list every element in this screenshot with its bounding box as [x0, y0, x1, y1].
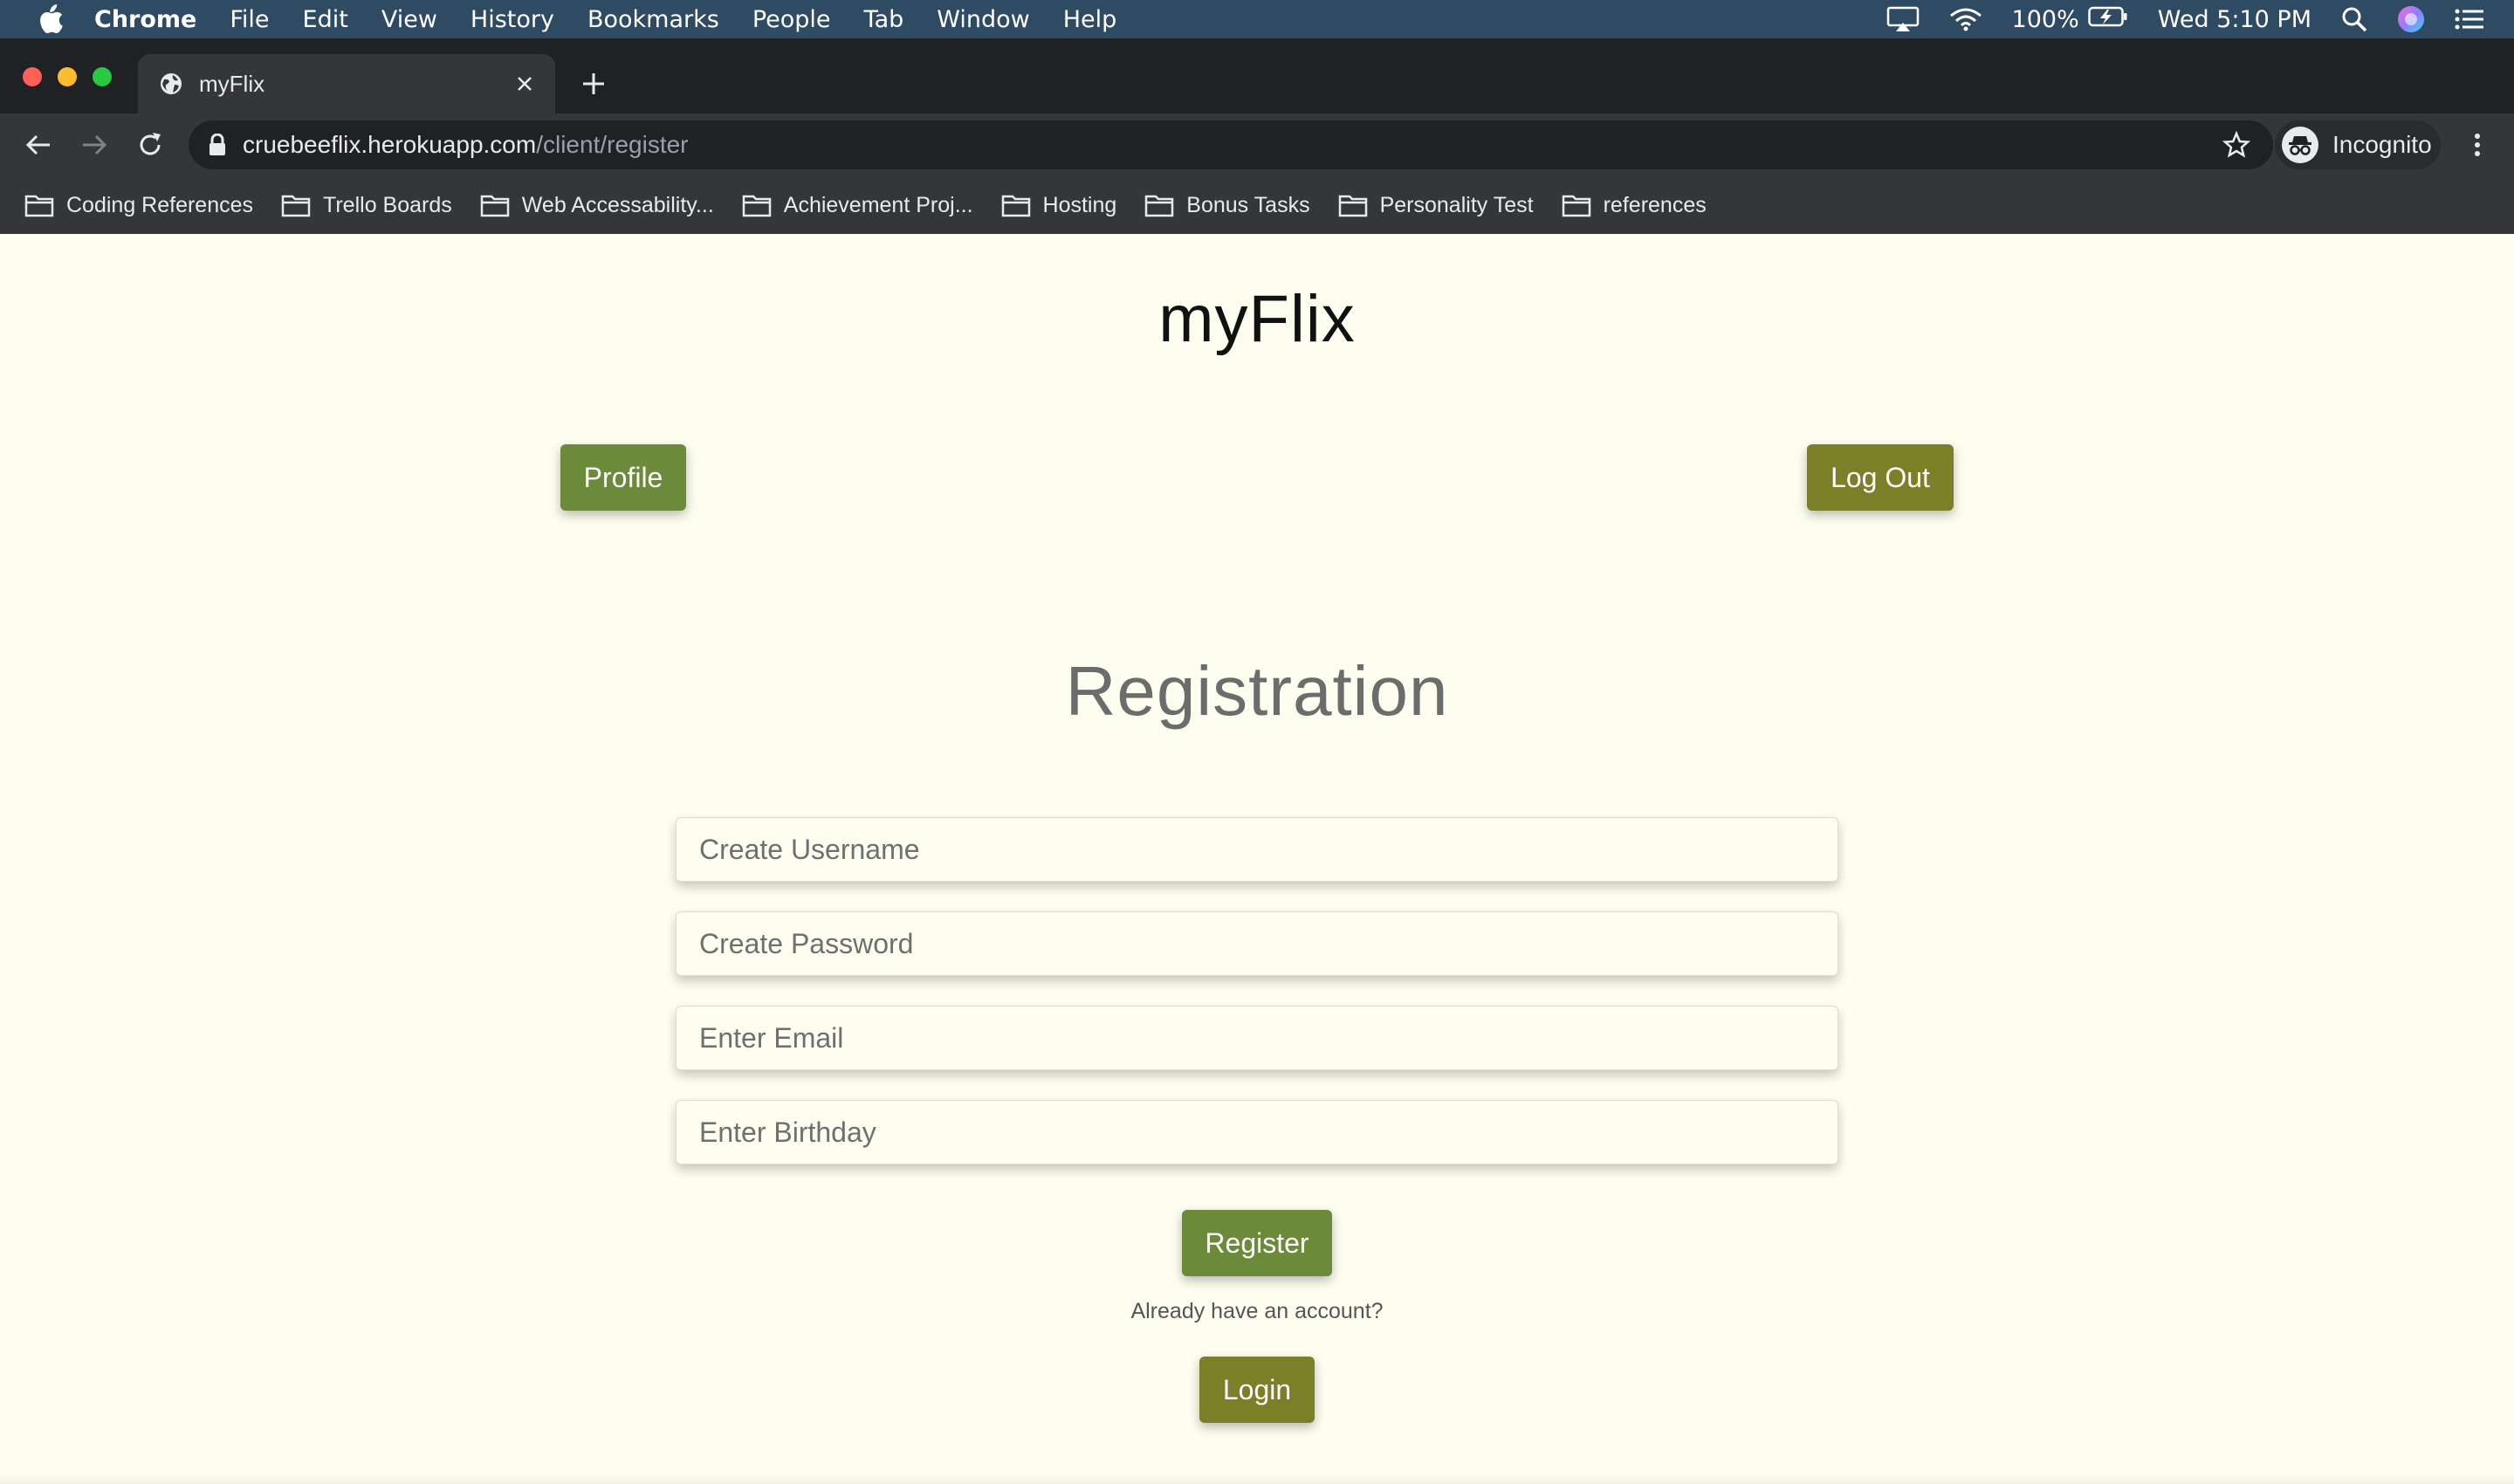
bookmark-folder[interactable]: Achievement Proj...	[742, 193, 973, 218]
browser-toolbar: cruebeeflix.herokuapp.com/client/registe…	[0, 113, 2514, 176]
address-bar[interactable]: cruebeeflix.herokuapp.com/client/registe…	[189, 120, 2273, 169]
macos-menu-bar: Chrome File Edit View History Bookmarks …	[0, 0, 2514, 38]
airplay-icon[interactable]	[1886, 6, 1920, 32]
incognito-badge[interactable]: Incognito	[2275, 120, 2441, 169]
bookmark-star-icon[interactable]	[2222, 130, 2251, 159]
lock-icon[interactable]	[208, 133, 227, 156]
bookmark-label: Bonus Tasks	[1186, 192, 1310, 217]
bookmark-folder[interactable]: Trello Boards	[281, 193, 452, 218]
menu-app-name[interactable]: Chrome	[94, 6, 196, 33]
reload-icon[interactable]	[134, 129, 166, 161]
page-bottom-shadow	[0, 1475, 2514, 1484]
apple-logo-icon[interactable]	[33, 2, 68, 37]
siri-icon[interactable]	[2397, 5, 2425, 33]
register-button[interactable]: Register	[1182, 1210, 1332, 1276]
chrome-menu-icon[interactable]	[2462, 129, 2493, 161]
window-minimize-button[interactable]	[58, 67, 77, 86]
url-host: cruebeeflix.herokuapp.com	[243, 131, 537, 158]
email-input[interactable]	[676, 1006, 1838, 1070]
url-path: /client/register	[536, 131, 689, 158]
battery-percent: 100%	[2011, 5, 2079, 33]
menu-edit[interactable]: Edit	[303, 6, 348, 33]
bookmark-folder[interactable]: Personality Test	[1338, 193, 1534, 218]
menu-file[interactable]: File	[230, 6, 269, 33]
menu-help[interactable]: Help	[1063, 6, 1117, 33]
tab-close-icon[interactable]	[512, 71, 538, 97]
logout-button[interactable]: Log Out	[1807, 444, 1954, 511]
bookmark-label: Trello Boards	[323, 192, 452, 217]
forward-arrow-icon[interactable]	[79, 129, 110, 161]
page-content: myFlix Profile Log Out Registration Regi…	[0, 234, 2514, 1484]
username-input[interactable]	[676, 817, 1838, 882]
bookmark-label: Personality Test	[1379, 192, 1534, 217]
bookmark-folder[interactable]: Hosting	[1001, 192, 1117, 218]
browser-tab-active[interactable]: myFlix	[138, 54, 555, 113]
bookmark-label: Web Accessability...	[521, 192, 714, 217]
bookmark-label: Achievement Proj...	[783, 192, 973, 217]
folder-icon	[24, 195, 54, 217]
bookmark-label: Hosting	[1042, 192, 1117, 217]
menu-bookmarks[interactable]: Bookmarks	[587, 6, 719, 33]
spotlight-search-icon[interactable]	[2341, 6, 2367, 32]
menu-history[interactable]: History	[471, 6, 554, 33]
window-close-button[interactable]	[23, 67, 42, 86]
password-input[interactable]	[676, 911, 1838, 976]
battery-status[interactable]: 100%	[2012, 6, 2128, 33]
tab-title: myFlix	[199, 70, 265, 97]
menu-tab[interactable]: Tab	[864, 6, 904, 33]
brand-title: myFlix	[1158, 282, 1356, 356]
bookmarks-bar: Coding References Trello Boards Web Acce…	[0, 176, 2514, 234]
back-arrow-icon[interactable]	[23, 129, 54, 161]
incognito-icon	[2282, 127, 2318, 163]
folder-icon	[281, 195, 311, 217]
bookmark-folder[interactable]: references	[1562, 193, 1707, 218]
folder-icon	[1001, 195, 1030, 217]
menu-view[interactable]: View	[381, 6, 437, 33]
new-tab-plus-icon[interactable]	[578, 68, 609, 100]
folder-icon	[1145, 195, 1174, 217]
folder-icon	[742, 195, 772, 217]
folder-icon	[480, 195, 510, 217]
browser-tab-strip: myFlix	[0, 38, 2514, 113]
url-text: cruebeeflix.herokuapp.com/client/registe…	[243, 131, 689, 159]
bookmark-label: Coding References	[66, 192, 254, 217]
folder-icon	[1338, 195, 1367, 217]
bookmark-folder[interactable]: Bonus Tasks	[1144, 192, 1310, 218]
menu-people[interactable]: People	[752, 6, 831, 33]
incognito-label: Incognito	[2332, 131, 2432, 158]
birthday-input[interactable]	[676, 1100, 1838, 1165]
page-title: Registration	[1065, 652, 1449, 730]
window-zoom-button[interactable]	[93, 67, 112, 86]
bookmark-label: references	[1603, 192, 1707, 217]
bookmark-folder[interactable]: Coding References	[24, 193, 253, 218]
bookmark-folder[interactable]: Web Accessability...	[480, 193, 714, 218]
account-prompt: Already have an account?	[1130, 1299, 1384, 1323]
profile-button[interactable]: Profile	[560, 444, 686, 511]
login-button[interactable]: Login	[1199, 1357, 1315, 1423]
battery-icon	[2088, 6, 2128, 33]
menu-clock[interactable]: Wed 5:10 PM	[2158, 6, 2311, 33]
menu-window[interactable]: Window	[937, 6, 1029, 33]
notification-center-icon[interactable]	[2455, 8, 2484, 31]
globe-icon	[159, 72, 183, 96]
folder-icon	[1562, 195, 1590, 217]
wifi-icon[interactable]	[1949, 7, 1982, 31]
